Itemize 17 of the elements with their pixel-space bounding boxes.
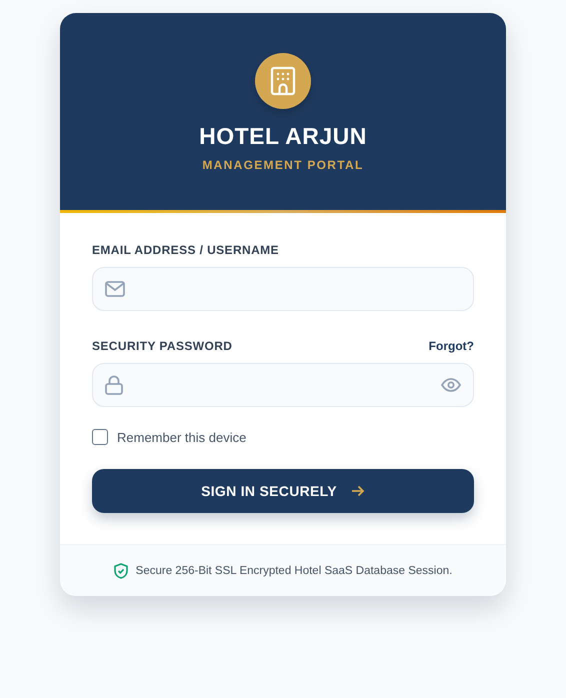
eye-icon[interactable] <box>441 378 461 392</box>
mail-icon <box>105 281 125 297</box>
lock-icon <box>105 375 123 395</box>
shield-check-icon <box>114 562 128 578</box>
forgot-link[interactable]: Forgot? <box>428 339 474 353</box>
field-label: EMAIL ADDRESS / USERNAME <box>92 243 279 257</box>
remember-label: Remember this device <box>117 430 246 444</box>
arrow-right-icon <box>350 485 365 497</box>
field-label: SECURITY PASSWORD <box>92 339 232 353</box>
portal-subtitle: MANAGEMENT PORTAL <box>202 158 364 172</box>
sign-in-button[interactable]: SIGN IN SECURELY <box>92 469 474 513</box>
security-note: Secure 256-Bit SSL Encrypted Hotel SaaS Database Session. <box>136 564 452 576</box>
email-field[interactable] <box>92 267 474 311</box>
password-field[interactable] <box>92 363 474 407</box>
hotel-name: HOTEL ARJUN <box>199 123 367 150</box>
building-icon <box>270 66 296 96</box>
remember-checkbox[interactable] <box>92 429 108 445</box>
